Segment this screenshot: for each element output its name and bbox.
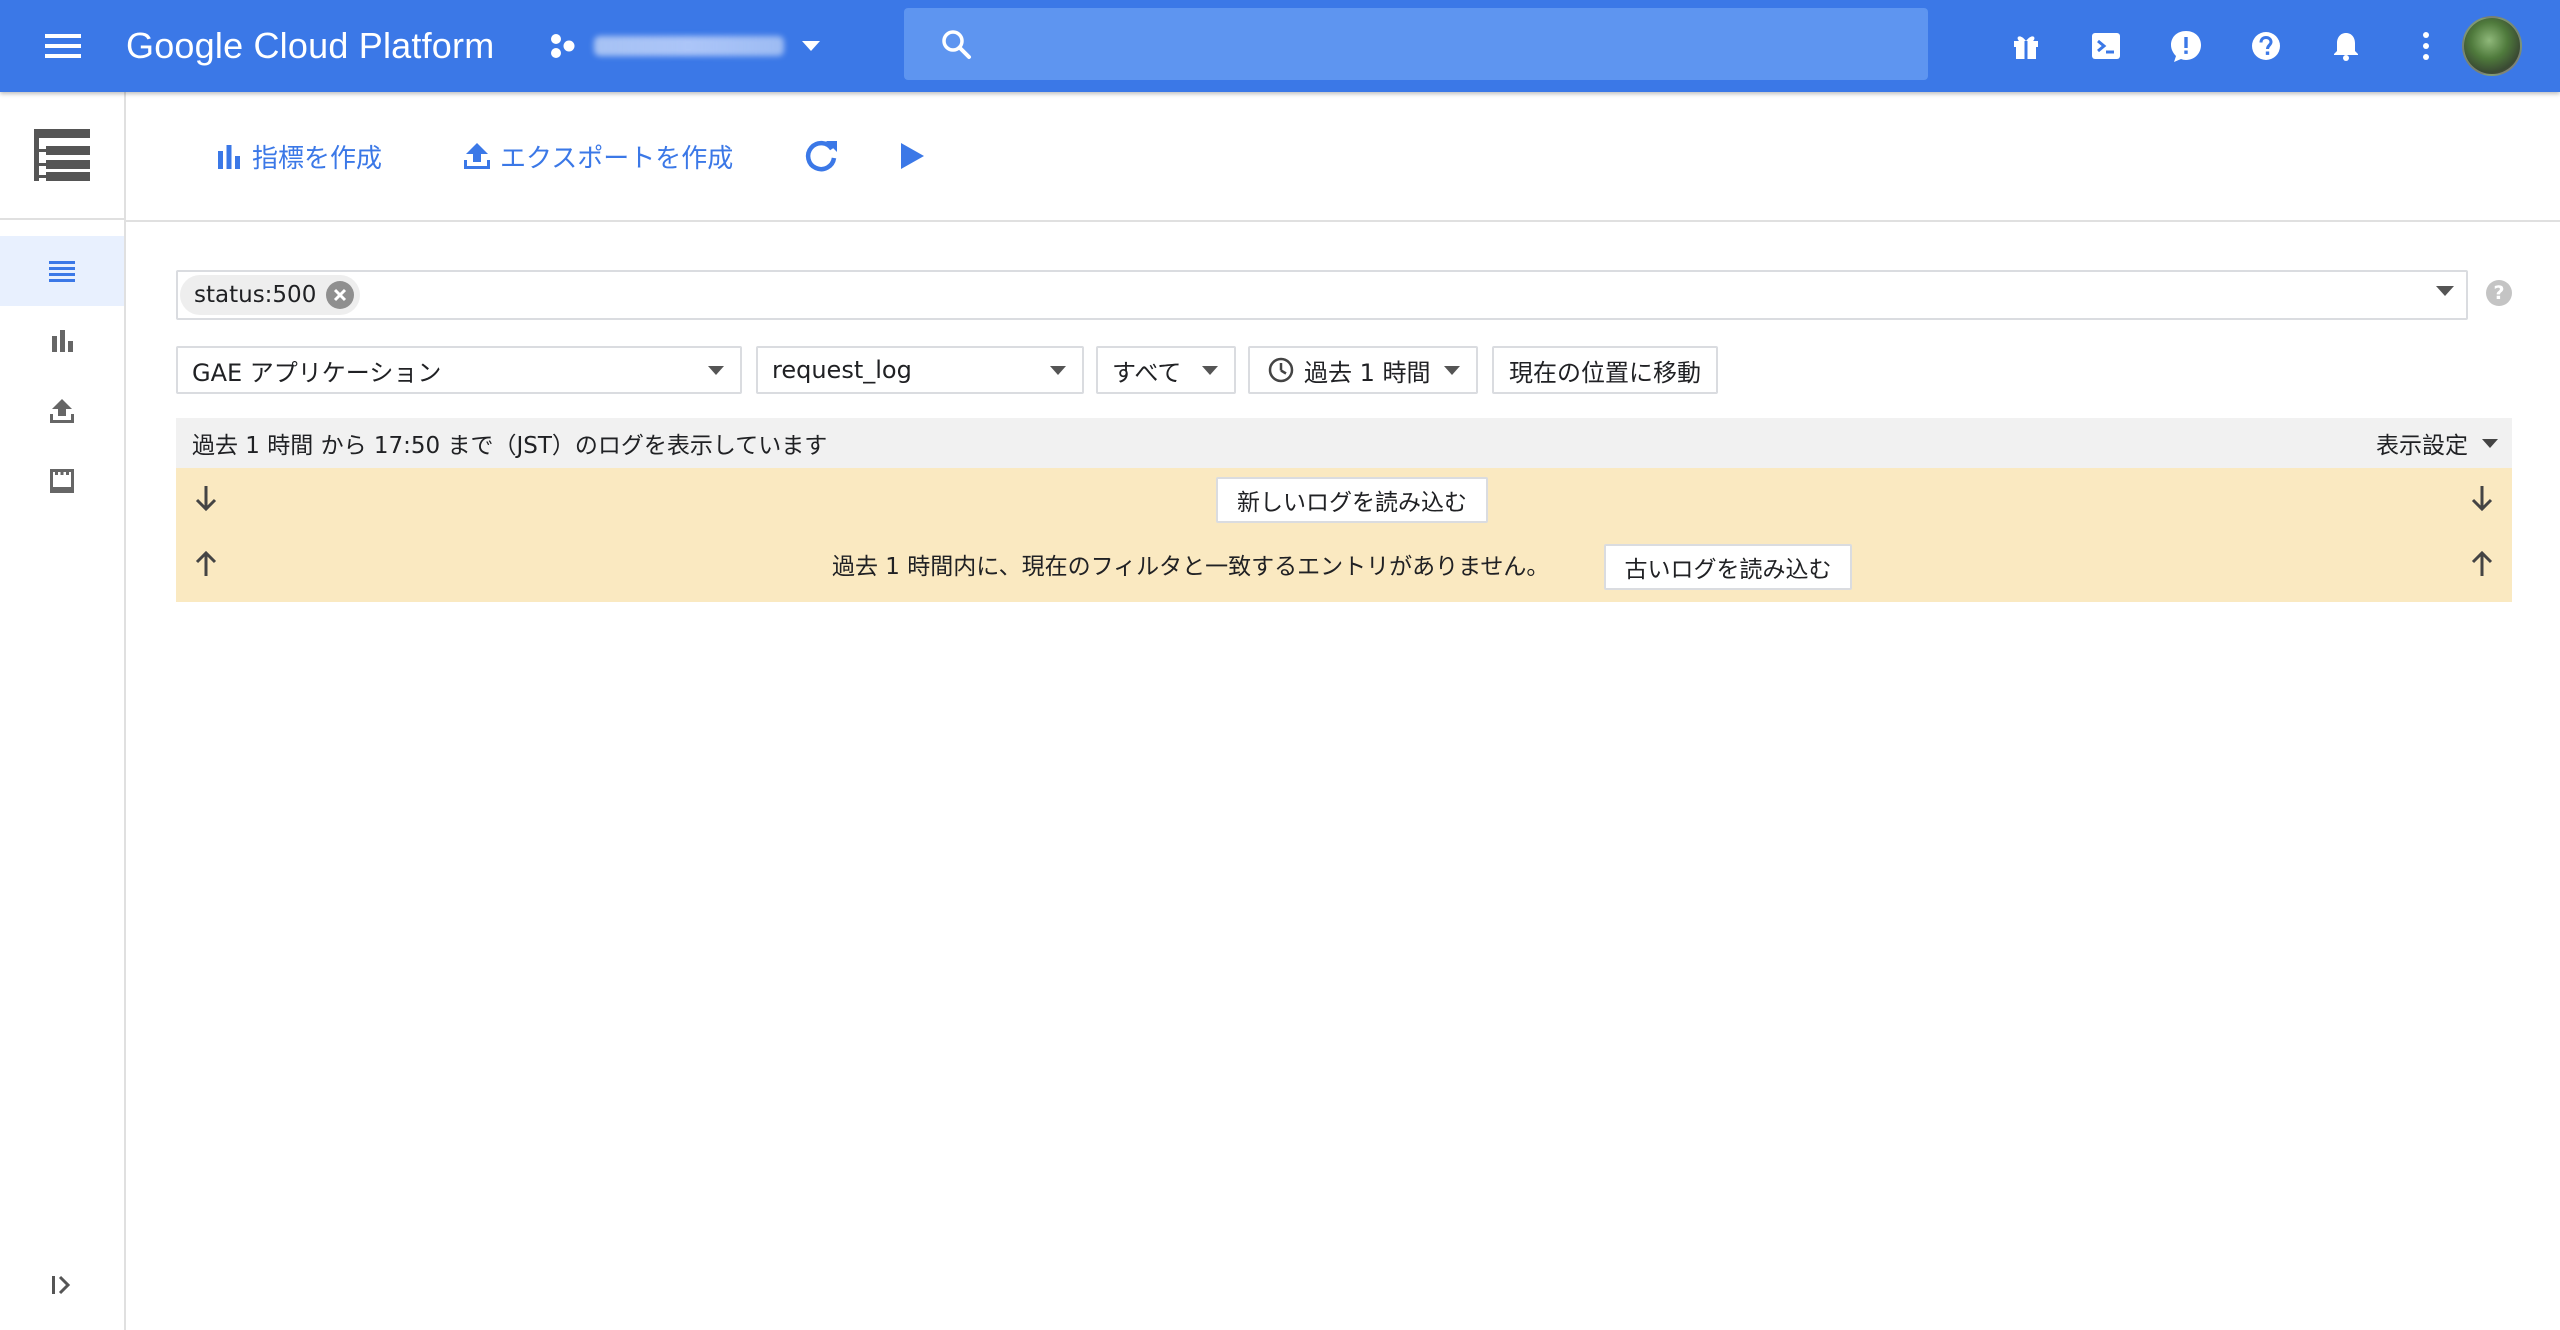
resource-select-value: GAE アプリケーション <box>192 358 442 387</box>
brand-title[interactable]: Google Cloud Platform <box>126 20 494 72</box>
notifications-icon[interactable] <box>2316 16 2376 76</box>
log-level-select[interactable]: すべて <box>1096 346 1236 394</box>
chevron-down-icon <box>802 41 820 51</box>
toolbar: 指標を作成 エクスポートを作成 <box>126 92 2560 222</box>
search-input[interactable] <box>990 14 1890 74</box>
top-actions <box>1996 16 2476 76</box>
time-range-value: 過去 1 時間 <box>1304 358 1431 387</box>
sidebar-header <box>0 92 124 220</box>
gift-icon[interactable] <box>1996 16 2056 76</box>
create-export-label: エクスポートを作成 <box>500 143 734 174</box>
logs-list-icon <box>49 261 75 282</box>
search-icon <box>942 30 971 59</box>
create-metric-label: 指標を作成 <box>252 143 383 174</box>
resource-select[interactable]: GAE アプリケーション <box>176 346 742 394</box>
log-select[interactable]: request_log <box>756 346 1084 394</box>
bar-chart-icon <box>52 330 73 352</box>
filter-chip[interactable]: status:500 <box>180 275 361 315</box>
sidebar-item-metrics[interactable] <box>0 306 124 376</box>
logs-tree-icon[interactable] <box>32 127 92 183</box>
more-vert-icon[interactable] <box>2396 16 2456 76</box>
chevron-down-icon <box>708 366 724 375</box>
avatar[interactable] <box>2462 16 2522 76</box>
stream-logs-button[interactable] <box>898 132 926 180</box>
export-upload-icon <box>50 399 74 423</box>
time-range-select[interactable]: 過去 1 時間 <box>1248 346 1478 394</box>
log-notice-area: 新しいログを読み込む 過去 1 時間内に、現在のフィルタと一致するエントリがあり… <box>176 468 2512 602</box>
export-upload-icon <box>464 143 490 169</box>
arrow-up-icon[interactable] <box>186 544 226 584</box>
status-text: 過去 1 時間 から 17:50 まで（JST）のログを表示しています <box>192 433 828 459</box>
play-icon <box>901 143 924 169</box>
status-bar: 過去 1 時間 から 17:50 まで（JST）のログを表示しています 表示設定 <box>176 418 2512 468</box>
load-newer-logs-button[interactable]: 新しいログを読み込む <box>1216 477 1488 523</box>
cloud-shell-icon[interactable] <box>2076 16 2136 76</box>
project-selector[interactable] <box>548 22 828 70</box>
chevron-down-icon <box>2482 438 2498 448</box>
refresh-icon <box>805 140 837 172</box>
help-icon[interactable] <box>2236 16 2296 76</box>
storage-icon <box>50 469 74 493</box>
arrow-up-icon[interactable] <box>2462 544 2502 584</box>
no-entries-message: 過去 1 時間内に、現在のフィルタと一致するエントリがありません。 <box>832 554 1550 580</box>
refresh-button[interactable] <box>802 132 840 180</box>
jump-to-now-button[interactable]: 現在の位置に移動 <box>1492 346 1718 394</box>
close-icon[interactable] <box>326 281 355 309</box>
filter-help-icon[interactable]: ? <box>2486 280 2512 306</box>
filter-chip-label: status:500 <box>194 282 317 308</box>
create-export-button[interactable]: エクスポートを作成 <box>462 132 733 180</box>
sidebar-item-ingestion[interactable] <box>0 446 124 516</box>
load-older-logs-button[interactable]: 古いログを読み込む <box>1604 544 1852 590</box>
create-metric-button[interactable]: 指標を作成 <box>214 132 382 180</box>
chevron-down-icon <box>1202 366 1218 375</box>
app-bar: Google Cloud Platform <box>0 0 2560 92</box>
search-bar[interactable] <box>904 8 1928 80</box>
log-level-value: すべて <box>1112 358 1182 387</box>
chevron-down-icon <box>1050 366 1066 375</box>
hamburger-menu-icon[interactable] <box>30 22 96 70</box>
arrow-down-icon[interactable] <box>2462 478 2502 518</box>
project-nodes-icon <box>551 34 575 58</box>
bar-chart-icon <box>218 145 240 169</box>
clock-icon <box>1268 357 1294 383</box>
sidebar-item-exports[interactable] <box>0 376 124 446</box>
expand-sidebar-icon[interactable] <box>0 1260 124 1310</box>
arrow-down-icon[interactable] <box>186 478 226 518</box>
log-select-value: request_log <box>772 356 912 384</box>
project-name-blurred <box>594 36 784 56</box>
left-sidebar <box>0 92 126 1330</box>
sidebar-item-logs[interactable] <box>0 236 124 306</box>
chevron-down-icon[interactable] <box>2436 286 2454 296</box>
display-settings-button[interactable]: 表示設定 <box>2376 426 2498 460</box>
chevron-down-icon <box>1444 366 1460 375</box>
sidebar-list <box>0 220 124 516</box>
display-settings-label: 表示設定 <box>2376 433 2468 459</box>
feedback-icon[interactable] <box>2156 16 2216 76</box>
filter-input[interactable]: status:500 <box>176 270 2468 320</box>
